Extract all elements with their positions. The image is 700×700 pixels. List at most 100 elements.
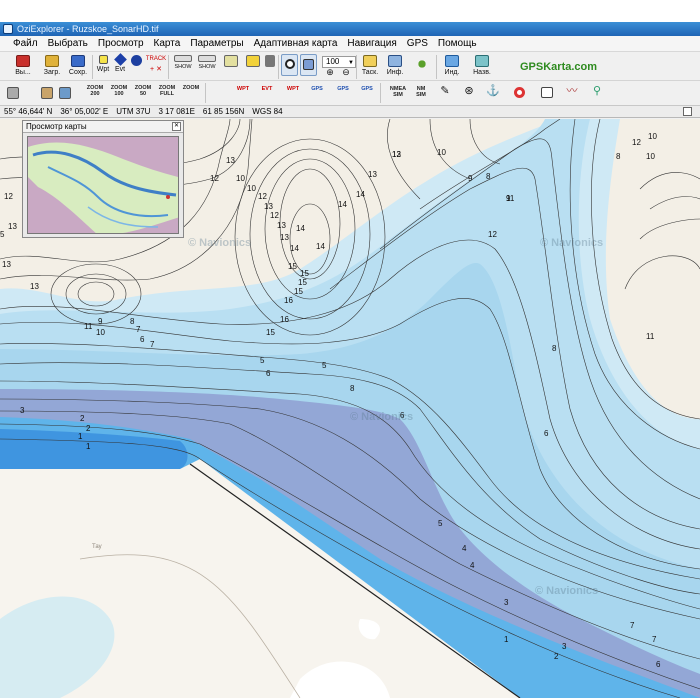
magnifier-button[interactable] [281,54,298,76]
layers-button[interactable] [244,52,262,67]
menu-gps[interactable]: GPS [402,36,433,52]
depth-label: 8 [486,172,491,181]
task-button[interactable]: Таск. [359,52,381,77]
gps-button-3[interactable]: GPS [358,86,376,92]
wpt-to-gps-button[interactable]: WPT [234,86,252,92]
menu-settings[interactable]: Параметры [185,36,248,52]
utm-zone-readout: UTM 37U [116,107,151,116]
gps-button-1[interactable]: GPS [308,86,326,92]
panel-checkbox[interactable] [683,107,692,116]
menu-bar: Файл Выбрать Просмотр Карта Параметры Ад… [0,36,700,52]
event-button[interactable]: Evt [112,52,128,74]
zoom-in-button[interactable]: ⊕ [324,68,336,77]
depth-label: 11 [84,322,93,331]
zoom-200-button[interactable]: ZOOM 200 [84,85,106,97]
lifebuoy-button[interactable] [512,87,526,98]
menu-view[interactable]: Просмотр [93,36,149,52]
target-button[interactable]: ⊛ [462,85,476,97]
depth-label: 2 [80,414,85,423]
info-button[interactable]: Инф. [384,52,406,77]
toolbar-separator [380,83,381,103]
depth-label: 6 [544,429,549,438]
depth-label: 9 [98,317,103,326]
map-open-button[interactable] [58,87,72,99]
anchor-button[interactable]: ⚓ [486,85,500,97]
depth-label: 13 [2,260,11,269]
depth-label: 8 [552,344,557,353]
main-toolbar: Вы... Загр. Сохр. Wpt Evt TRACK + ✕ SHOW… [0,52,700,81]
app-icon [3,24,13,34]
indicator-button[interactable]: Инд. [441,52,463,77]
info-icon [388,55,402,67]
depth-label: 15 [288,262,297,271]
depth-label: 10 [646,152,655,161]
zoom-50-button[interactable]: ZOOM 50 [132,85,154,97]
depth-label: 10 [236,174,245,183]
toolbar-separator [436,55,437,79]
navigation-arrows-button[interactable] [410,52,434,74]
depth-label: 10 [247,184,256,193]
zoom-custom-button[interactable]: ZOOM [180,85,202,91]
names-button[interactable]: Назв. [470,52,494,77]
depth-label: 13 [226,156,235,165]
map-list-button[interactable] [40,87,54,99]
close-icon[interactable]: ✕ [172,122,181,131]
graph-icon: 〰 [566,85,578,97]
waypoint-button[interactable]: Wpt [95,52,111,74]
pin-button[interactable]: ⚲ [590,86,604,97]
road-label: Тау [92,544,102,550]
show-button-1[interactable]: SHOW [172,52,194,72]
title-bar: OziExplorer - Ruzskoe_SonarHD.tif [0,22,700,36]
gps-button-2[interactable]: GPS [334,86,352,92]
menu-navigation[interactable]: Навигация [342,36,401,52]
zoom-full-button[interactable]: ZOOM FULL [156,85,178,97]
zoom-out-button[interactable]: ⊖ [340,67,352,77]
bar-chart-button[interactable] [263,52,277,67]
minus-icon: ⊖ [342,67,350,77]
menu-help[interactable]: Помощь [433,36,482,52]
route-number-button[interactable] [130,52,142,66]
target-icon: ⊛ [464,85,474,97]
chart-icon [541,87,553,98]
lifebuoy-icon [513,87,525,98]
nmea-sim-button[interactable]: NMEA SIM [389,86,407,98]
depth-label: 13 [392,150,401,159]
exit-button[interactable]: Вы... [12,52,34,77]
magnifier-icon [284,59,295,69]
bars-icon [265,55,275,67]
menu-adaptive-map[interactable]: Адаптивная карта [249,36,343,52]
navionics-watermark: © Navionics [188,237,252,249]
map-preview-window[interactable]: Просмотр карты ✕ [22,120,184,238]
menu-map[interactable]: Карта [149,36,186,52]
map-view[interactable]: 13 12 10 10 12 13 12 13 13 14 14 14 15 15 15 15 16 16 15 14… [0,119,700,698]
depth-label: 7 [150,340,155,349]
event-icon [113,53,127,66]
toolbar-separator [356,55,357,79]
chart-button[interactable] [540,87,554,98]
anchor-icon: ⚓ [486,85,500,97]
profile-button[interactable]: 〰 [564,85,580,97]
pen-button[interactable]: ✎ [438,86,452,97]
depth-label: 9 [506,194,511,203]
load-button[interactable]: Загр. [40,52,64,77]
grid-button[interactable] [221,52,241,67]
wpt-from-gps-button[interactable]: WPT [284,86,302,92]
save-button[interactable]: Сохр. [66,52,90,77]
nm-sim-button[interactable]: NM SIM [412,86,430,98]
preview-thumbnail[interactable] [27,136,179,234]
zoom-100-button[interactable]: ZOOM 100 [108,85,130,97]
names-icon [475,55,489,67]
print-button[interactable] [6,87,20,99]
toolbar-separator [278,55,279,79]
evt-to-gps-button[interactable]: EVT [258,86,276,92]
menu-select[interactable]: Выбрать [43,36,93,52]
toolbar-separator [92,55,93,79]
depth-label: 13 [277,221,286,230]
window-icon [59,87,71,99]
track-button[interactable]: TRACK + ✕ [144,52,168,74]
menu-file[interactable]: Файл [0,36,43,52]
depth-label: 3 [504,598,509,607]
depth-label: 14 [290,244,299,253]
show-button-2[interactable]: SHOW [196,52,218,72]
move-map-button[interactable] [300,54,317,76]
